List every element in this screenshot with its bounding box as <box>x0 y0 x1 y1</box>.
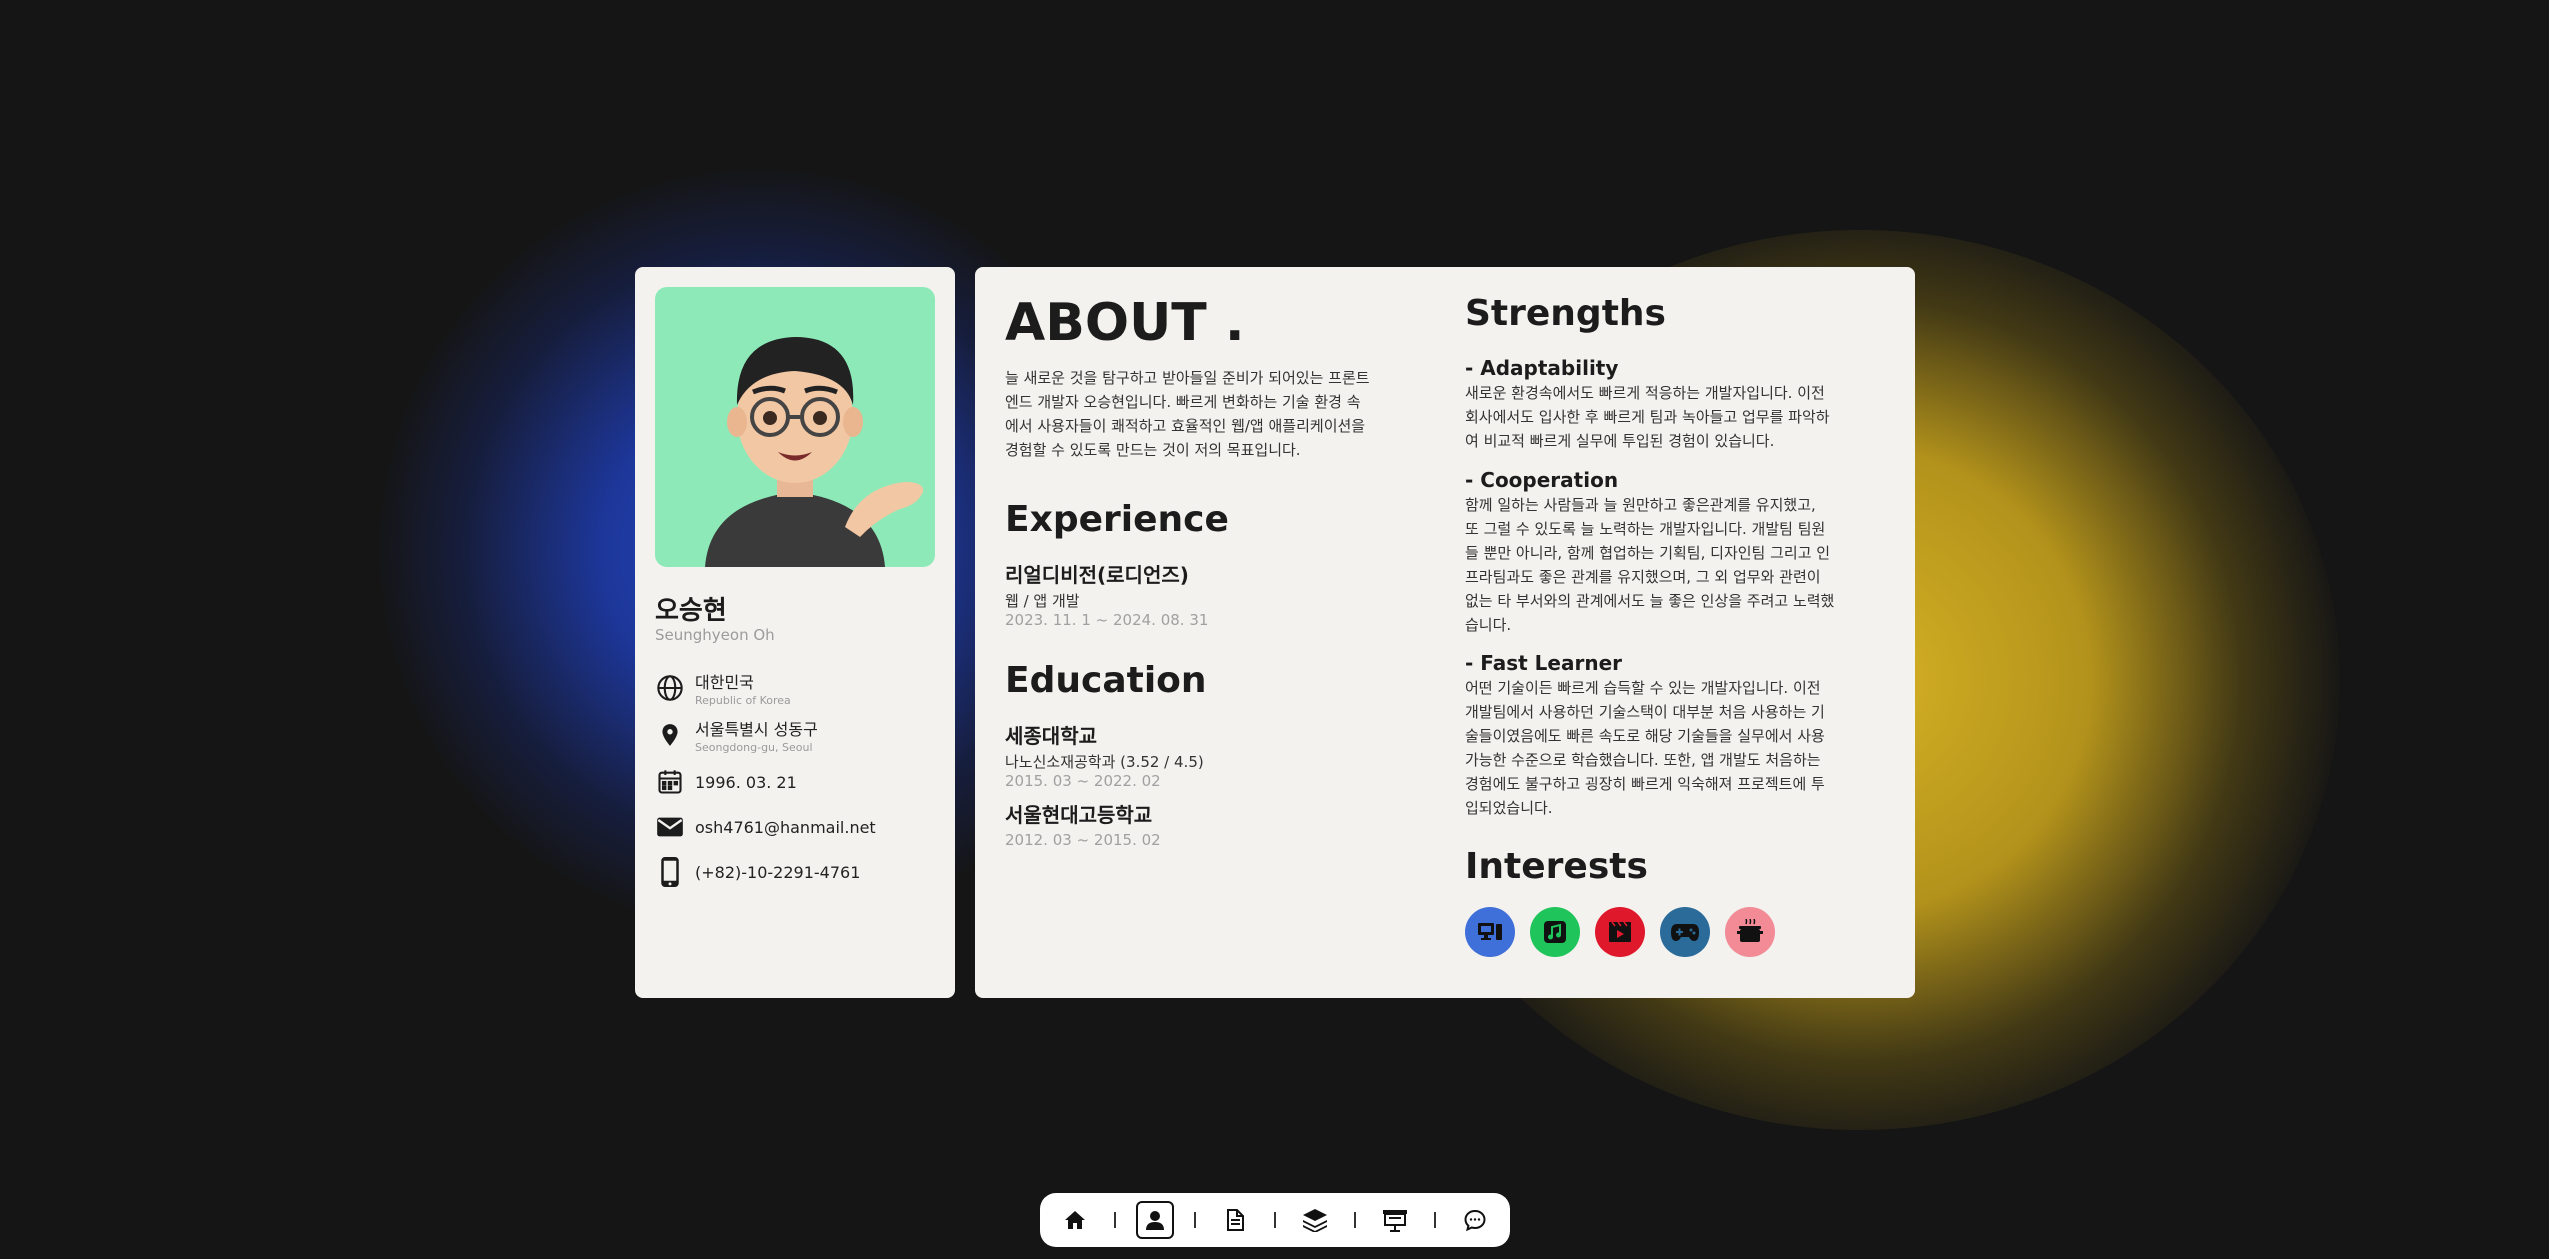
presentation-icon[interactable] <box>1376 1201 1414 1239</box>
country-label: 대한민국 <box>695 673 754 692</box>
location-label: 서울특별시 성동구 <box>695 720 818 739</box>
phone-number[interactable]: (+82)-10-2291-4761 <box>695 863 860 882</box>
phone-icon <box>655 857 685 887</box>
strength-line: 함께 일하는 사람들과 늘 원만하고 좋은관계를 유지했고, <box>1465 496 1816 514</box>
mail-icon <box>655 812 685 842</box>
main-card: ABOUT . 늘 새로운 것을 탐구하고 받아들일 준비가 되어있는 프론트 … <box>975 267 1915 998</box>
strength-line: 가능한 수준으로 학습했습니다. 또한, 앱 개발도 처음하는 <box>1465 751 1821 769</box>
interests-title: Interests <box>1465 846 1648 887</box>
strength-line: 새로운 환경속에서도 빠르게 적응하는 개발자입니다. 이전 <box>1465 384 1825 402</box>
strength-line: 어떤 기술이든 빠르게 습득할 수 있는 개발자입니다. 이전 <box>1465 679 1821 697</box>
movie-icon[interactable] <box>1595 907 1645 957</box>
layers-icon[interactable] <box>1296 1201 1334 1239</box>
strength-heading: - Cooperation <box>1465 468 1619 492</box>
strength-text: 새로운 환경속에서도 빠르게 적응하는 개발자입니다. 이전 회사에서도 입사한… <box>1465 381 1885 453</box>
home-icon[interactable] <box>1056 1201 1094 1239</box>
strengths-title: Strengths <box>1465 293 1666 334</box>
birth-date: 1996. 03. 21 <box>695 772 797 792</box>
dock-separator <box>1194 1212 1196 1228</box>
info-phone: (+82)-10-2291-4761 <box>655 857 860 887</box>
about-text: 늘 새로운 것을 탐구하고 받아들일 준비가 되어있는 프론트 엔드 개발자 오… <box>1005 366 1435 462</box>
education-school: 서울현대고등학교 <box>1005 803 1153 827</box>
about-line: 엔드 개발자 오승현입니다. 빠르게 변화하는 기술 환경 속 <box>1005 393 1361 411</box>
country-label-english: Republic of Korea <box>695 694 791 707</box>
email-address[interactable]: osh4761@hanmail.net <box>695 818 876 837</box>
location-pin-icon <box>655 720 685 750</box>
profile-name: 오승현 <box>655 596 727 626</box>
profile-card: 오승현 Seunghyeon Oh 대한민국 Republic of Korea <box>635 267 955 998</box>
experience-period: 2023. 11. 1 ~ 2024. 08. 31 <box>1005 611 1209 629</box>
strength-line: 회사에서도 입사한 후 빠르게 팀과 녹아들고 업무를 파악하 <box>1465 408 1830 426</box>
strength-line: 경험에도 불구하고 굉장히 빠르게 익숙해져 프로젝트에 투 <box>1465 775 1825 793</box>
about-title: ABOUT . <box>1005 293 1245 353</box>
strength-text: 어떤 기술이든 빠르게 습득할 수 있는 개발자입니다. 이전 개발팀에서 사용… <box>1465 676 1885 820</box>
globe-icon <box>655 673 685 703</box>
gamepad-icon[interactable] <box>1660 907 1710 957</box>
education-period: 2015. 03 ~ 2022. 02 <box>1005 772 1161 790</box>
cooking-pot-icon[interactable] <box>1725 907 1775 957</box>
bottom-dock-nav <box>1040 1193 1510 1247</box>
about-line: 늘 새로운 것을 탐구하고 받아들일 준비가 되어있는 프론트 <box>1005 369 1370 387</box>
education-period: 2012. 03 ~ 2015. 02 <box>1005 831 1161 849</box>
strength-heading: - Adaptability <box>1465 356 1619 380</box>
strength-heading: - Fast Learner <box>1465 651 1623 675</box>
profile-icon[interactable] <box>1136 1201 1174 1239</box>
avatar <box>655 287 935 567</box>
about-line: 에서 사용자들이 쾌적하고 효율적인 웹/앱 애플리케이션을 <box>1005 417 1366 435</box>
calendar-icon <box>655 767 685 797</box>
strength-line: 없는 타 부서와의 관계에서도 늘 좋은 인상을 주려고 노력했 <box>1465 592 1835 610</box>
computer-icon[interactable] <box>1465 907 1515 957</box>
dock-separator <box>1354 1212 1356 1228</box>
strength-line: 입되었습니다. <box>1465 799 1553 817</box>
strength-line: 여 비교적 빠르게 실무에 투입된 경험이 있습니다. <box>1465 432 1775 450</box>
education-title: Education <box>1005 660 1207 701</box>
portfolio-page: 오승현 Seunghyeon Oh 대한민국 Republic of Korea <box>0 0 2549 1259</box>
about-line: 경험할 수 있도록 만드는 것이 저의 목표입니다. <box>1005 441 1301 459</box>
strength-line: 프라팀과도 좋은 관계를 유지했으며, 그 외 업무와 관련이 <box>1465 568 1821 586</box>
experience-title: Experience <box>1005 499 1229 540</box>
dock-separator <box>1274 1212 1276 1228</box>
experience-role: 웹 / 앱 개발 <box>1005 592 1080 610</box>
education-detail: 나노신소재공학과 (3.52 / 4.5) <box>1005 753 1204 771</box>
strength-line: 개발팀에서 사용하던 기술스택이 대부분 처음 사용하는 기 <box>1465 703 1825 721</box>
chat-icon[interactable] <box>1456 1201 1494 1239</box>
location-label-english: Seongdong-gu, Seoul <box>695 741 813 754</box>
profile-name-english: Seunghyeon Oh <box>655 626 775 644</box>
interest-list <box>1465 907 1790 957</box>
experience-company: 리얼디비전(로디언즈) <box>1005 563 1189 587</box>
strength-line: 또 그럴 수 있도록 늘 노력하는 개발자입니다. 개발팀 팀원 <box>1465 520 1826 538</box>
info-birth: 1996. 03. 21 <box>655 767 797 797</box>
memoji-avatar-image <box>705 337 924 567</box>
strength-line: 술들이였음에도 빠른 속도로 해당 기술들을 실무에서 사용 <box>1465 727 1825 745</box>
strength-line: 들 뿐만 아니라, 함께 협업하는 기획팀, 디자인팀 그리고 인 <box>1465 544 1831 562</box>
info-location: 서울특별시 성동구 Seongdong-gu, Seoul <box>655 716 818 754</box>
dock-separator <box>1434 1212 1436 1228</box>
info-country: 대한민국 Republic of Korea <box>655 669 791 707</box>
dock-separator <box>1114 1212 1116 1228</box>
music-icon[interactable] <box>1530 907 1580 957</box>
education-school: 세종대학교 <box>1005 724 1097 748</box>
strength-line: 습니다. <box>1465 616 1512 634</box>
strength-text: 함께 일하는 사람들과 늘 원만하고 좋은관계를 유지했고, 또 그럴 수 있도… <box>1465 493 1885 637</box>
info-email: osh4761@hanmail.net <box>655 812 876 842</box>
document-icon[interactable] <box>1216 1201 1254 1239</box>
